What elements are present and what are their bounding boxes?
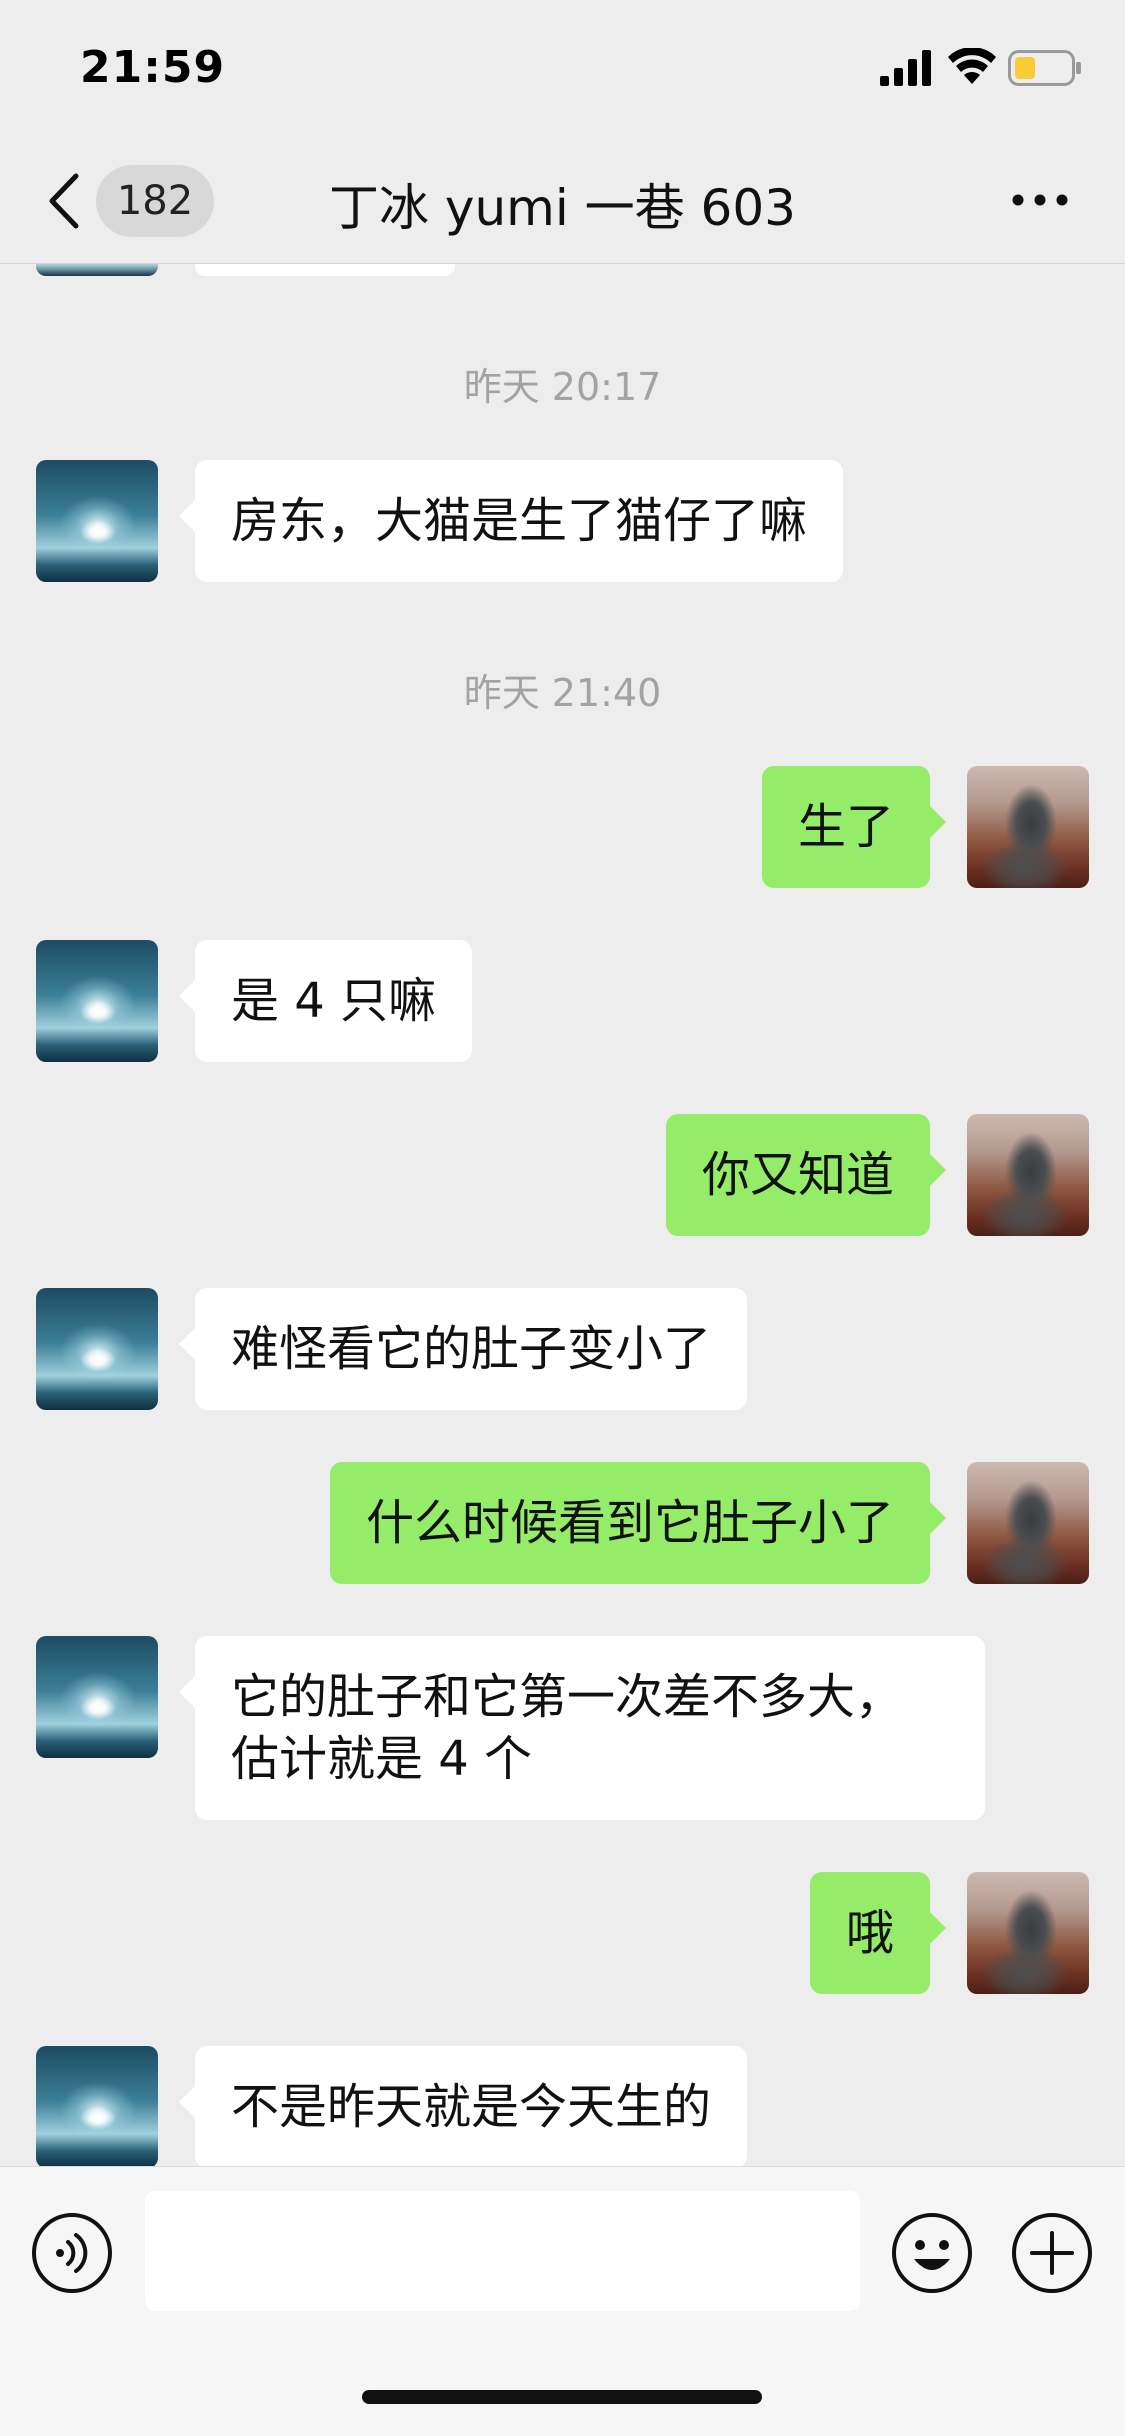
- message-bubble-partial: [195, 264, 455, 276]
- my-avatar[interactable]: [967, 1114, 1089, 1236]
- message-bubble[interactable]: 是 4 只嘛: [178, 940, 473, 1062]
- status-time: 21:59: [80, 42, 226, 93]
- message-bubble[interactable]: 哦: [809, 1872, 947, 1994]
- my-avatar[interactable]: [967, 1872, 1089, 1994]
- voice-icon[interactable]: [30, 2211, 114, 2295]
- avatar-partial: [36, 264, 158, 276]
- timestamp: 昨天 21:40: [463, 671, 662, 715]
- message-line: 估计就是 4 个: [231, 1731, 533, 1787]
- battery-icon: [1008, 50, 1081, 86]
- message-line: 它的肚子和它第一次差不多大，: [231, 1669, 904, 1725]
- my-avatar[interactable]: [967, 1462, 1089, 1584]
- contact-avatar[interactable]: [36, 940, 158, 1062]
- home-indicator[interactable]: [362, 2390, 762, 2404]
- chat-screen: 21:59 182 丁冰 yumi 一巷 603 昨天 20:17 房东，大猫是…: [0, 0, 1125, 2436]
- contact-avatar[interactable]: [36, 1288, 158, 1410]
- chat-title: 丁冰 yumi 一巷 603: [329, 179, 796, 237]
- message-bubble[interactable]: 你又知道: [665, 1114, 947, 1236]
- more-icon[interactable]: [1010, 185, 1070, 215]
- contact-avatar[interactable]: [36, 1636, 158, 1758]
- message-bubble[interactable]: 什么时候看到它肚子小了: [329, 1462, 947, 1584]
- emoji-icon[interactable]: [890, 2211, 974, 2295]
- message-bubble[interactable]: 难怪看它的肚子变小了: [178, 1288, 748, 1410]
- status-bar: 21:59: [0, 0, 1125, 140]
- message-list[interactable]: 昨天 20:17 房东，大猫是生了猫仔了嘛 昨天 21:40 生了 是 4 只嘛…: [0, 264, 1125, 2166]
- wifi-icon: [948, 48, 996, 84]
- nav-bar: 182 丁冰 yumi 一巷 603: [0, 140, 1125, 264]
- unread-count-badge[interactable]: 182: [96, 165, 214, 237]
- timestamp: 昨天 20:17: [463, 365, 662, 409]
- plus-icon[interactable]: [1010, 2211, 1094, 2295]
- message-bubble[interactable]: 房东，大猫是生了猫仔了嘛: [178, 460, 844, 582]
- message-bubble[interactable]: 它的肚子和它第一次差不多大， 估计就是 4 个: [179, 1636, 985, 1820]
- my-avatar[interactable]: [967, 766, 1089, 888]
- contact-avatar[interactable]: [36, 2046, 158, 2166]
- back-icon[interactable]: [44, 170, 84, 232]
- message-bubble[interactable]: 不是昨天就是今天生的: [178, 2046, 748, 2166]
- signal-icon: [880, 50, 931, 86]
- message-bubble[interactable]: 生了: [761, 766, 947, 888]
- contact-avatar[interactable]: [36, 460, 158, 582]
- message-input[interactable]: [145, 2191, 860, 2311]
